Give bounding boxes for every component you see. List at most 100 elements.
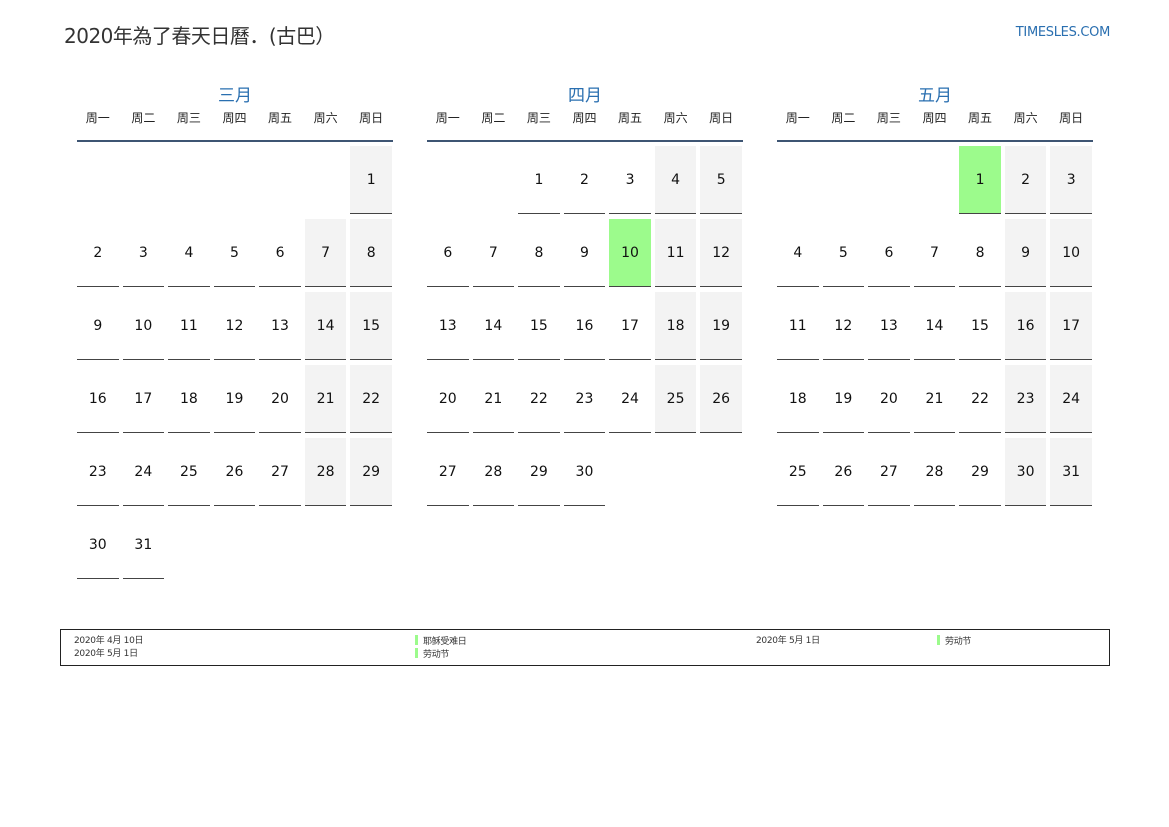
- day-cell: 7: [304, 219, 347, 287]
- day-cell: 9: [563, 219, 606, 287]
- day-cell: 14: [913, 292, 956, 360]
- day-cell: 18: [168, 365, 210, 433]
- holiday-legend: 2020年 4月 10日 2020年 5月 1日 耶稣受难日 劳动节 2020年…: [60, 629, 1110, 666]
- day-cell: 1: [350, 146, 392, 214]
- day-cell: 27: [427, 438, 469, 506]
- weekday-label: 周五: [618, 111, 643, 125]
- day-cell: 22: [959, 365, 1001, 433]
- weekday-label: 周六: [663, 111, 688, 125]
- day-cell: 2: [563, 146, 606, 214]
- day-cell: 17: [1050, 292, 1092, 360]
- empty-day-cell: [168, 146, 210, 214]
- month-title: 四月: [568, 86, 602, 106]
- day-cell: 8: [518, 219, 560, 287]
- weekday-label: 周四: [222, 111, 247, 125]
- empty-day-cell: [473, 146, 515, 214]
- weekday-header: 周一 周二 周三 周四 周五 周六 周日: [427, 108, 743, 142]
- day-cell: 21: [304, 365, 347, 433]
- day-cell: 19: [213, 365, 256, 433]
- holiday-color-marker: [415, 648, 418, 658]
- day-cell: 27: [868, 438, 910, 506]
- day-cell: 4: [777, 219, 819, 287]
- holiday-color-marker: [415, 635, 418, 645]
- day-cell: 16: [1004, 292, 1047, 360]
- day-cell: 11: [168, 292, 210, 360]
- day-cell: 10: [122, 292, 165, 360]
- day-cell: 17: [609, 292, 651, 360]
- day-cell: 15: [518, 292, 560, 360]
- day-cell: 31: [122, 511, 165, 579]
- empty-day-cell: [77, 146, 119, 214]
- day-cell: 15: [959, 292, 1001, 360]
- day-cell: 28: [472, 438, 515, 506]
- day-cell: 11: [777, 292, 819, 360]
- month-april: 四月 周一 周二 周三 周四 周五 周六 周日 1 2 3 4 5 6 7 8 9 10 11 12 1…: [427, 84, 743, 506]
- day-cell: 6: [427, 219, 469, 287]
- day-cell: 5: [213, 219, 256, 287]
- day-cell: 6: [259, 219, 301, 287]
- empty-day-cell: [123, 146, 165, 214]
- day-cell: 12: [213, 292, 256, 360]
- day-cell: 13: [868, 292, 910, 360]
- day-cell: 26: [213, 438, 256, 506]
- day-cell: 8: [350, 219, 392, 287]
- weekday-header: 周一 周二 周三 周四 周五 周六 周日: [777, 108, 1093, 142]
- day-cell: 3: [609, 146, 651, 214]
- weekday-label: 周六: [313, 111, 338, 125]
- day-cell: 11: [654, 219, 697, 287]
- day-cell: 20: [259, 365, 301, 433]
- weekday-label: 周二: [481, 111, 506, 125]
- legend-holiday-name: 劳动节: [945, 637, 972, 647]
- legend-date: 2020年 5月 1日: [756, 636, 820, 646]
- day-cell: 19: [700, 292, 742, 360]
- day-cell: 23: [77, 438, 119, 506]
- weekday-label: 周三: [876, 111, 901, 125]
- weekday-label: 周五: [968, 111, 993, 125]
- weekday-label: 周三: [526, 111, 551, 125]
- site-link[interactable]: TIMESLES.COM: [1016, 25, 1111, 40]
- weekday-label: 周四: [922, 111, 947, 125]
- month-march: 三月 周一 周二 周三 周四 周五 周六 周日 1 2 3 4 5 6 7 8 9 10 11 12 1…: [77, 84, 393, 579]
- day-cell: 24: [609, 365, 651, 433]
- day-cell: 30: [77, 511, 119, 579]
- weekday-label: 周日: [1059, 111, 1084, 125]
- holiday-color-marker: [937, 635, 940, 645]
- day-cell: 6: [868, 219, 910, 287]
- empty-day-cell: [305, 146, 347, 214]
- day-cell: 24: [1050, 365, 1092, 433]
- day-cell: 27: [259, 438, 301, 506]
- day-cell: 15: [350, 292, 392, 360]
- weekday-label: 周日: [359, 111, 384, 125]
- day-cell: 16: [563, 292, 606, 360]
- day-cell: 22: [350, 365, 392, 433]
- month-may: 五月 周一 周二 周三 周四 周五 周六 周日 1 2 3 4 5 6 7 8 9 10 11 12 1…: [777, 84, 1093, 506]
- day-cell: 12: [822, 292, 865, 360]
- day-cell: 25: [168, 438, 210, 506]
- day-cell: 13: [427, 292, 469, 360]
- page-title: 2020年為了春天日曆．(古巴）: [64, 24, 335, 48]
- day-cell: 29: [518, 438, 560, 506]
- day-cell: 2: [1004, 146, 1047, 214]
- day-cell: 30: [1004, 438, 1047, 506]
- day-cell: 20: [868, 365, 910, 433]
- day-cell: 31: [1050, 438, 1092, 506]
- legend-holiday-name: 耶稣受难日: [423, 637, 467, 647]
- weekday-header: 周一 周二 周三 周四 周五 周六 周日: [77, 108, 393, 142]
- day-cell: 25: [654, 365, 697, 433]
- day-cell: 22: [518, 365, 560, 433]
- weekday-label: 周一: [785, 111, 810, 125]
- legend-holiday: 劳动节: [937, 635, 971, 647]
- day-cell: 7: [913, 219, 956, 287]
- weekday-label: 周四: [572, 111, 597, 125]
- day-cell: 26: [822, 438, 865, 506]
- day-cell: 2: [77, 219, 119, 287]
- day-cell: 21: [913, 365, 956, 433]
- day-grid: 1 2 3 4 5 6 7 8 9 10 11 12 13 14 15 16 17 18 19 20 21 22 23 24 2…: [427, 146, 743, 506]
- empty-day-cell: [868, 146, 910, 214]
- day-cell: 26: [700, 365, 742, 433]
- empty-day-cell: [427, 146, 469, 214]
- day-cell: 5: [822, 219, 865, 287]
- day-cell: 4: [654, 146, 697, 214]
- day-cell: 7: [472, 219, 515, 287]
- day-cell: 23: [563, 365, 606, 433]
